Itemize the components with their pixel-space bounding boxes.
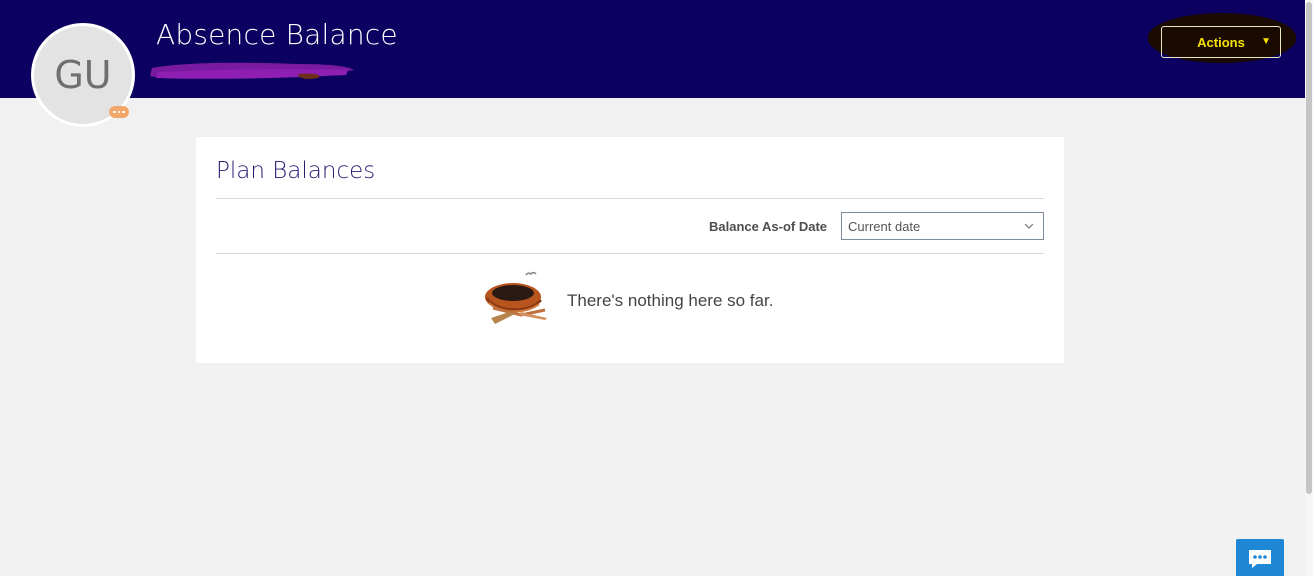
nest-icon <box>485 271 547 324</box>
chevron-down-icon <box>1024 223 1034 229</box>
chat-icon <box>1249 550 1271 568</box>
caret-down-icon: ▼ <box>1261 36 1271 47</box>
avatar-initials: GU <box>54 53 112 97</box>
balance-date-select[interactable]: Current date <box>841 212 1044 240</box>
section-title: Plan Balances <box>216 158 376 184</box>
more-icon[interactable] <box>109 106 129 118</box>
redacted-subtitle <box>150 62 354 79</box>
divider <box>216 253 1044 254</box>
balance-date-label: Balance As-of Date <box>709 219 827 234</box>
actions-button[interactable]: Actions ▼ <box>1161 26 1281 58</box>
divider <box>216 198 1044 199</box>
chat-button[interactable] <box>1236 539 1284 576</box>
page-title: Absence Balance <box>156 18 398 51</box>
plan-balances-card: Plan Balances Balance As-of Date Current… <box>196 137 1064 363</box>
scrollbar-thumb[interactable] <box>1306 2 1312 494</box>
empty-message: There's nothing here so far. <box>567 291 774 310</box>
balance-date-value: Current date <box>848 219 921 234</box>
actions-label: Actions <box>1197 34 1245 50</box>
